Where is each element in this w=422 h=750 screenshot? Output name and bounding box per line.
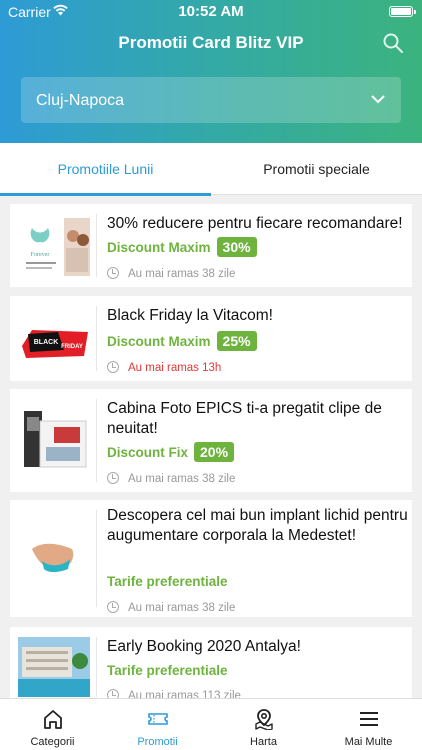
- clock-icon: [107, 601, 119, 613]
- promo-title: 30% reducere pentru fiecare recomandare!: [107, 215, 403, 232]
- chevron-down-icon: [371, 95, 385, 104]
- page-title: Promotii Card Blitz VIP: [118, 33, 304, 52]
- nav-label: Harta: [250, 736, 277, 748]
- search-icon[interactable]: [382, 32, 404, 54]
- clock-time: 10:52 AM: [178, 3, 244, 20]
- promo-tag-label: Discount Fix: [107, 445, 189, 460]
- promo-card[interactable]: Early Booking 2020 Antalya! Tarife prefe…: [10, 627, 412, 707]
- promo-time: Au mai ramas 38 zile: [107, 267, 235, 280]
- promo-card[interactable]: Forever 30% reducere pentru fiecare reco…: [10, 204, 412, 287]
- promo-title: Early Booking 2020 Antalya!: [107, 638, 301, 655]
- promo-time-label: Au mai ramas 38 zile: [128, 268, 236, 280]
- city-dropdown[interactable]: Cluj-Napoca: [21, 77, 401, 123]
- promo-time-label: Au mai ramas 38 zile: [128, 473, 236, 485]
- promo-tag: Discount Maxim 30%: [107, 237, 257, 257]
- promo-thumbnail-image: BLACK FRIDAY: [18, 306, 90, 372]
- promo-tag-label: Discount Maxim: [107, 240, 211, 255]
- svg-text:BLACK: BLACK: [34, 339, 59, 346]
- nav-label: Categorii: [30, 736, 75, 748]
- promo-card[interactable]: Cabina Foto EPICS ti-a pregatit clipe de…: [10, 389, 412, 492]
- promo-thumbnail-image: [18, 407, 90, 473]
- map-icon: [255, 709, 273, 730]
- promo-time: Au mai ramas 38 zile: [107, 472, 235, 485]
- menu-icon: [360, 712, 378, 726]
- promo-time-label: Au mai ramas 13h: [128, 362, 222, 374]
- nav-item-harta[interactable]: Harta: [211, 699, 316, 750]
- svg-text:Forever: Forever: [31, 252, 50, 258]
- ticket-icon: [148, 713, 168, 725]
- promo-tag: Discount Fix 20%: [107, 442, 235, 462]
- promo-card[interactable]: Descopera cel mai bun implant lichid pen…: [10, 500, 412, 617]
- promo-thumbnail-image: Forever: [18, 214, 90, 280]
- promo-thumbnail-image: [18, 523, 90, 589]
- nav-label: Promotii: [137, 736, 178, 748]
- battery-icon: [389, 6, 416, 17]
- clock-icon: [107, 361, 119, 373]
- discount-badge: 20%: [194, 442, 235, 462]
- promo-tag: Tarife preferentiale: [107, 574, 228, 589]
- promo-card[interactable]: BLACK FRIDAY Black Friday la Vitacom! Di…: [10, 296, 412, 381]
- promo-tag: Discount Maxim 25%: [107, 331, 257, 351]
- nav-label: Mai Multe: [344, 736, 393, 748]
- city-value: Cluj-Napoca: [36, 92, 125, 109]
- tab-promotii-speciale[interactable]: Promotii speciale: [211, 143, 422, 195]
- promo-title: Cabina Foto EPICS ti-a pregatit clipe de…: [107, 400, 382, 437]
- promo-tag-label: Discount Maxim: [107, 334, 211, 349]
- promo-thumbnail-image: [18, 637, 90, 697]
- tab-promotiile-lunii[interactable]: Promotiile Lunii: [0, 143, 211, 196]
- home-icon: [44, 710, 62, 729]
- status-bar: Carrier 10:52 AM: [0, 0, 422, 24]
- promo-tag: Tarife preferentiale: [107, 663, 228, 678]
- tab-bar: Promotiile Lunii Promotii speciale: [0, 143, 422, 196]
- bottom-nav: Categorii Promotii Harta Mai Multe: [0, 698, 422, 750]
- clock-icon: [107, 472, 119, 484]
- promo-time-label: Au mai ramas 38 zile: [128, 602, 236, 614]
- discount-badge: 25%: [216, 331, 257, 351]
- promo-title: Black Friday la Vitacom!: [107, 307, 273, 324]
- app-header: Carrier 10:52 AM Promotii Card Blitz VIP…: [0, 0, 422, 143]
- discount-badge: 30%: [216, 237, 257, 257]
- svg-text:FRIDAY: FRIDAY: [61, 344, 83, 350]
- promo-title: Descopera cel mai bun implant lichid pen…: [107, 507, 408, 544]
- promo-time: Au mai ramas 38 zile: [107, 601, 235, 614]
- nav-item-mai-multe[interactable]: Mai Multe: [316, 699, 421, 750]
- promo-time: Au mai ramas 13h: [107, 361, 221, 374]
- clock-icon: [107, 267, 119, 279]
- nav-item-categorii[interactable]: Categorii: [0, 699, 105, 750]
- nav-item-promotii[interactable]: Promotii: [105, 699, 210, 750]
